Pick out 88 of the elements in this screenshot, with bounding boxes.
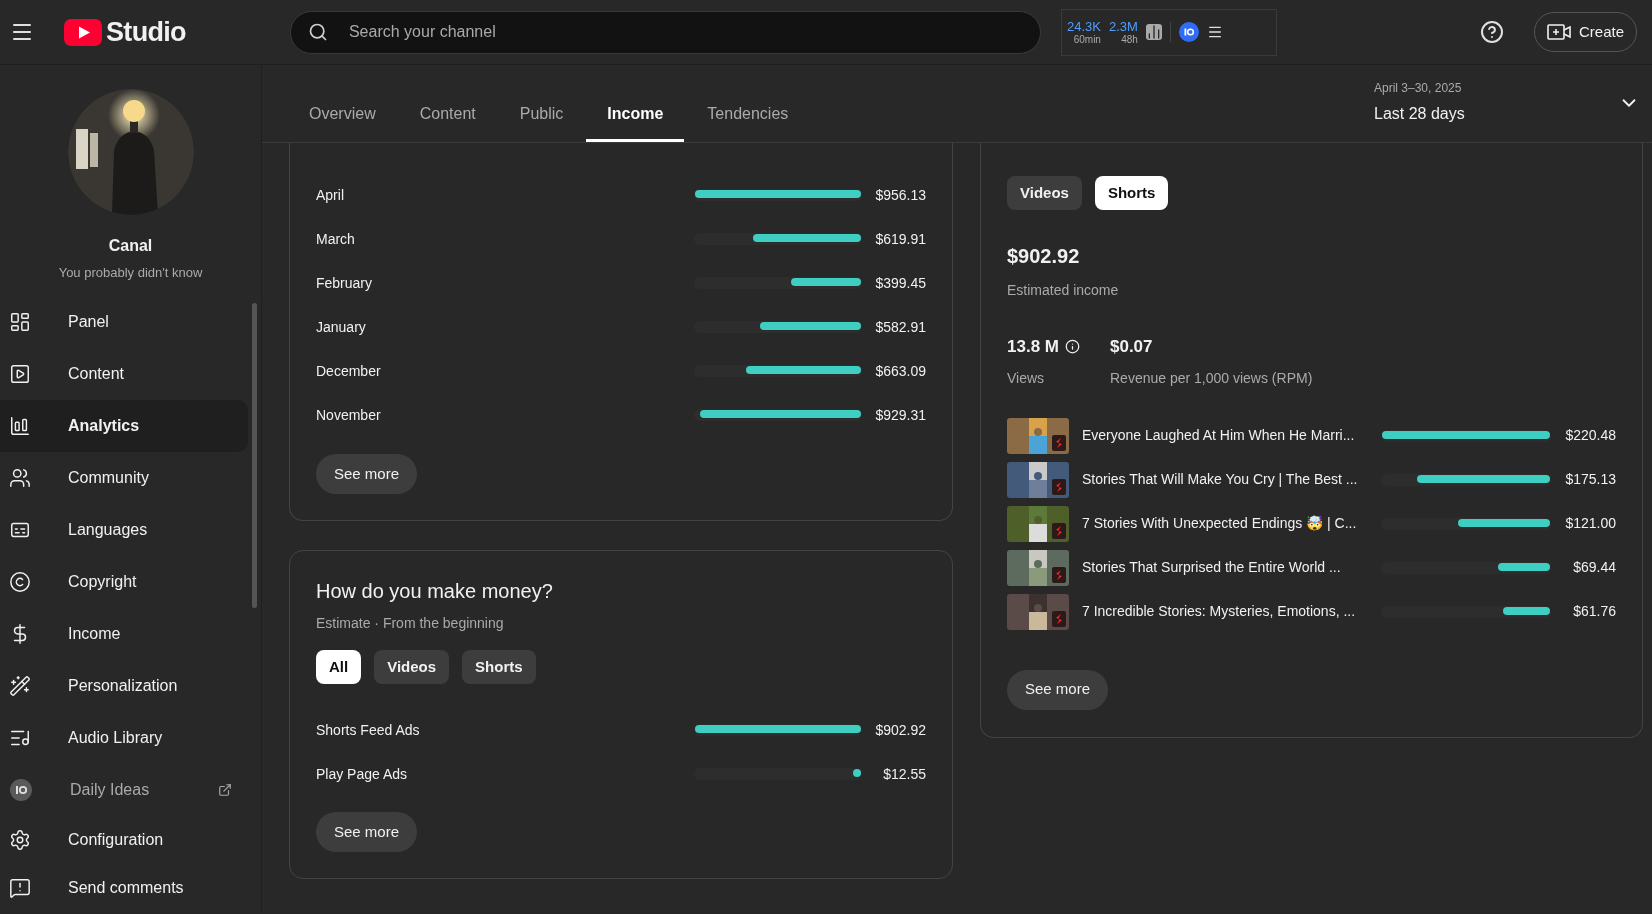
card-title: How do you make money?: [316, 579, 554, 604]
video-title[interactable]: 7 Stories With Unexpected Endings 🤯 | C...: [1082, 513, 1381, 534]
filter-chip[interactable]: Videos: [374, 650, 450, 684]
income-value: $69.44: [1572, 558, 1616, 577]
realtime-value: 24.3K: [1066, 19, 1101, 33]
tab[interactable]: Income: [586, 102, 685, 142]
iq-badge-icon: [9, 777, 33, 802]
bar-chart-icon: [9, 414, 31, 437]
sidebar-item[interactable]: Content: [0, 347, 248, 400]
income-amount: $902.92: [1007, 244, 1081, 269]
feedback-icon: [9, 876, 31, 899]
stat-value: 13.8 M: [1007, 336, 1059, 358]
settings-icon: [9, 828, 31, 851]
video-title[interactable]: Everyone Laughed At Him When He Marri...: [1082, 425, 1381, 446]
camera-plus-icon: [1546, 23, 1571, 41]
income-value: $121.00: [1564, 514, 1616, 533]
stat-label: Revenue per 1,000 views (RPM): [1110, 368, 1313, 388]
income-value: $929.31: [874, 405, 926, 425]
sidebar-item[interactable]: Languages: [0, 503, 248, 556]
tab[interactable]: Tendencies: [686, 102, 810, 142]
realtime-period: 48h: [1121, 34, 1138, 45]
sidebar-item[interactable]: Send comments: [0, 863, 248, 912]
people-icon: [9, 466, 31, 489]
sidebar-item[interactable]: Income: [0, 607, 248, 660]
tab[interactable]: Overview: [288, 102, 397, 142]
info-icon[interactable]: [1065, 339, 1080, 355]
filter-chip[interactable]: Shorts: [1094, 176, 1169, 210]
income-value: $175.13: [1564, 470, 1616, 489]
copyright-icon: [9, 570, 31, 593]
source-label: Shorts Feed Ads: [316, 720, 421, 740]
sidebar-item[interactable]: Copyright: [0, 555, 248, 608]
income-value: $12.55: [882, 764, 926, 784]
income-value: $956.13: [874, 185, 926, 205]
income-value: $61.76: [1572, 602, 1616, 621]
sidebar-item[interactable]: Personalization: [0, 659, 248, 712]
realtime-value: 2.3M: [1108, 19, 1138, 33]
income-label: Estimated income: [1007, 281, 1120, 300]
filter-chip[interactable]: All: [316, 650, 362, 684]
sidebar-item[interactable]: Audio Library: [0, 711, 248, 764]
month-label: April: [316, 185, 345, 205]
iq-badge-icon[interactable]: [1178, 22, 1199, 42]
external-link-icon: [218, 782, 232, 797]
filter-chip[interactable]: Shorts: [462, 650, 536, 684]
dashboard-icon: [9, 310, 31, 333]
tab[interactable]: Content: [398, 102, 497, 142]
card-subtitle: Estimate · From the beginning: [316, 614, 505, 633]
scrollbar[interactable]: [252, 303, 257, 608]
source-label: Play Page Ads: [316, 764, 409, 784]
income-value: $220.48: [1564, 426, 1616, 445]
search-icon: [307, 21, 328, 42]
sidebar-item[interactable]: Daily Ideas: [0, 763, 248, 816]
search-field[interactable]: Search your channel: [289, 10, 1041, 54]
channel-tagline: You probably didn't know: [58, 264, 203, 282]
magic-wand-icon: [9, 674, 31, 697]
video-title[interactable]: Stories That Surprised the Entire World ...: [1082, 557, 1381, 578]
see-more-button[interactable]: See more: [316, 812, 418, 852]
video-title[interactable]: Stories That Will Make You Cry | The Best ...: [1082, 469, 1381, 490]
channel-name: Canal: [108, 236, 153, 256]
month-label: January: [316, 317, 367, 337]
sidebar-item[interactable]: Community: [0, 451, 248, 504]
stat-label: Views: [1007, 368, 1046, 388]
income-value: $663.09: [874, 361, 926, 381]
realtime-widget[interactable]: 24.3K 60min 2.3M 48h: [1060, 8, 1277, 56]
logo-text: Studio: [106, 15, 186, 49]
see-more-button[interactable]: See more: [316, 454, 418, 494]
help-icon[interactable]: [1479, 20, 1504, 44]
realtime-period: 60min: [1073, 34, 1101, 45]
stat-value: $0.07: [1110, 336, 1153, 358]
month-label: March: [316, 229, 356, 249]
sidebar-item[interactable]: Analytics: [0, 399, 248, 452]
menu-icon[interactable]: [1206, 24, 1223, 40]
tab[interactable]: Public: [498, 102, 585, 142]
month-label: November: [316, 405, 382, 425]
sidebar-item[interactable]: Panel: [0, 295, 248, 348]
income-value: $399.45: [874, 273, 926, 293]
bar-chart-icon[interactable]: [1145, 24, 1162, 40]
income-value: $582.91: [874, 317, 926, 337]
month-label: February: [316, 273, 374, 293]
logo-icon[interactable]: [64, 18, 102, 46]
video-title[interactable]: 7 Incredible Stories: Mysteries, Emotions, ...: [1082, 601, 1381, 622]
income-value: $619.91: [874, 229, 926, 249]
play-icon: [9, 362, 31, 385]
date-range-picker[interactable]: April 3–30, 2025 Last 28 days: [1374, 79, 1640, 126]
income-value: $902.92: [874, 720, 926, 740]
sidebar-item[interactable]: Configuration: [0, 815, 248, 864]
month-label: December: [316, 361, 382, 381]
see-more-button[interactable]: See more: [1007, 669, 1109, 710]
filter-chip[interactable]: Videos: [1007, 176, 1082, 210]
